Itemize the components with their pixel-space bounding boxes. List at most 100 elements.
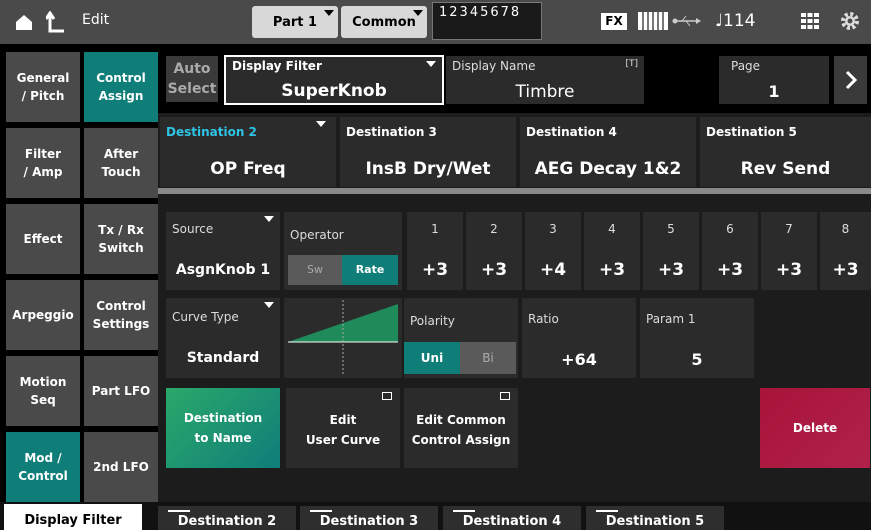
- operator-3-value-field[interactable]: 3 +4: [525, 212, 581, 290]
- polarity-uni-button[interactable]: Uni: [404, 342, 460, 374]
- tab-motion-seq[interactable]: Motion Seq: [6, 356, 80, 426]
- operator-5-value-field[interactable]: 5 +3: [643, 212, 699, 290]
- back-icon[interactable]: [44, 10, 66, 33]
- tab-2nd-lfo[interactable]: 2nd LFO: [84, 432, 158, 502]
- delete-button[interactable]: Delete: [760, 388, 870, 468]
- operator-6-value: +3: [716, 260, 744, 280]
- text-edit-icon: [T]: [625, 59, 638, 69]
- operator-3-value: +4: [539, 260, 567, 280]
- destination-5-field[interactable]: Destination 5 Rev Send: [700, 117, 871, 187]
- tab-arpeggio[interactable]: Arpeggio: [6, 280, 80, 350]
- operator-7-value-field[interactable]: 7 +3: [761, 212, 817, 290]
- gear-icon[interactable]: [840, 11, 860, 31]
- tab-indicator-line: [453, 510, 475, 512]
- bottom-tab-display-filter[interactable]: Display Filter: [4, 504, 142, 530]
- chevron-down-icon: [316, 121, 326, 127]
- operator-4-value-field[interactable]: 4 +3: [584, 212, 640, 290]
- bottom-tab-label: Destination 5: [605, 513, 705, 529]
- usb-icon: [672, 13, 702, 29]
- operator-2-value: +3: [480, 260, 508, 280]
- operator-6-number: 6: [726, 222, 734, 236]
- chevron-down-icon: [264, 302, 274, 308]
- tab-mod-control[interactable]: Mod / Control: [6, 432, 80, 502]
- destination-2-value: OP Freq: [210, 159, 286, 179]
- tab-part-lfo[interactable]: Part LFO: [84, 356, 158, 426]
- edit-common-label: Edit Common Control Assign: [411, 413, 511, 447]
- chevron-right-icon: [845, 70, 858, 90]
- bottom-tab-destination-5[interactable]: Destination 5: [586, 506, 724, 530]
- next-page-button[interactable]: [834, 56, 867, 104]
- curve-type-value: Standard: [186, 350, 260, 366]
- edit-user-curve-button[interactable]: Edit User Curve: [286, 388, 400, 468]
- curve-graph: [284, 298, 402, 378]
- curve-type-label: Curve Type: [172, 310, 239, 324]
- source-field[interactable]: Source AsgnKnob 1: [166, 212, 280, 290]
- chevron-down-icon: [426, 61, 436, 67]
- edit-title: Edit: [82, 12, 110, 28]
- operator-8-number: 8: [841, 222, 850, 236]
- display-filter-label: Display Filter: [232, 59, 322, 73]
- home-icon[interactable]: [14, 12, 34, 32]
- source-value: AsgnKnob 1: [175, 262, 271, 278]
- operator-sw-button[interactable]: Sw: [288, 255, 342, 285]
- operator-4-value: +3: [598, 260, 626, 280]
- operator-1-number: 1: [431, 222, 439, 236]
- keyboard-icon: [638, 12, 668, 30]
- tab-control-assign[interactable]: Control Assign: [84, 52, 158, 122]
- tab-after-touch[interactable]: After Touch: [84, 128, 158, 198]
- tab-indicator-line: [596, 510, 618, 512]
- display-name-value: Timbre: [515, 82, 575, 102]
- operator-6-value-field[interactable]: 6 +3: [702, 212, 758, 290]
- operator-label: Operator: [290, 228, 344, 242]
- destination-3-field[interactable]: Destination 3 InsB Dry/Wet: [340, 117, 516, 187]
- tempo-display[interactable]: ♩114: [715, 11, 755, 31]
- destination-4-field[interactable]: Destination 4 AEG Decay 1&2: [520, 117, 696, 187]
- operator-5-value: +3: [657, 260, 685, 280]
- operator-3-number: 3: [549, 222, 557, 236]
- tab-tx-rx-switch[interactable]: Tx / Rx Switch: [84, 204, 158, 274]
- destination-4-value: AEG Decay 1&2: [534, 159, 682, 179]
- common-select-button[interactable]: Common: [341, 6, 427, 38]
- operator-rate-button[interactable]: Rate: [342, 255, 398, 285]
- tab-effect[interactable]: Effect: [6, 204, 80, 274]
- bottom-tab-destination-3[interactable]: Destination 3: [300, 506, 438, 530]
- operator-1-value-field[interactable]: 1 +3: [407, 212, 463, 290]
- curve-type-field[interactable]: Curve Type Standard: [166, 298, 280, 378]
- operator-2-value-field[interactable]: 2 +3: [466, 212, 522, 290]
- grid-icon[interactable]: [801, 13, 819, 29]
- tab-control-settings[interactable]: Control Settings: [84, 280, 158, 350]
- page-label: Page: [731, 59, 761, 73]
- page-field[interactable]: Page 1: [719, 56, 829, 104]
- chevron-down-icon: [324, 10, 334, 16]
- destination-to-name-button[interactable]: Destination to Name: [166, 388, 280, 468]
- operator-8-value-field[interactable]: 8 +3: [820, 212, 871, 290]
- ratio-field[interactable]: Ratio +64: [522, 298, 636, 378]
- param1-label: Param 1: [646, 312, 696, 326]
- operator-4-number: 4: [608, 222, 616, 236]
- destination-2-field[interactable]: Destination 2 OP Freq: [160, 117, 336, 187]
- operator-5-number: 5: [667, 222, 675, 236]
- edit-common-control-assign-button[interactable]: Edit Common Control Assign: [404, 388, 518, 468]
- param1-value: 5: [691, 350, 703, 369]
- bottom-tab-label: Destination 4: [462, 513, 562, 529]
- part-numbers[interactable]: 12345678: [432, 2, 542, 40]
- auto-select-button[interactable]: Auto Select: [166, 56, 218, 102]
- destination-4-label: Destination 4: [526, 125, 617, 139]
- chevron-down-icon: [413, 10, 423, 16]
- tab-filter-amp[interactable]: Filter / Amp: [6, 128, 80, 198]
- param1-field[interactable]: Param 1 5: [640, 298, 754, 378]
- ratio-label: Ratio: [528, 312, 559, 326]
- display-name-field[interactable]: Display Name [T] Timbre: [446, 56, 644, 104]
- part-select-button[interactable]: Part 1: [252, 6, 338, 38]
- display-filter-field[interactable]: Display Filter SuperKnob: [224, 55, 444, 105]
- polarity-bi-button[interactable]: Bi: [460, 342, 516, 374]
- tab-indicator-line: [310, 510, 332, 512]
- bottom-tab-destination-4[interactable]: Destination 4: [443, 506, 581, 530]
- page-value: 1: [768, 82, 780, 101]
- destination-2-label: Destination 2: [166, 125, 257, 139]
- bottom-tab-destination-2[interactable]: Destination 2: [158, 506, 296, 530]
- operator-1-value: +3: [421, 260, 449, 280]
- fx-badge[interactable]: FX: [601, 13, 627, 30]
- operator-field: Operator Sw Rate: [284, 212, 402, 290]
- tab-general-pitch[interactable]: General / Pitch: [6, 52, 80, 122]
